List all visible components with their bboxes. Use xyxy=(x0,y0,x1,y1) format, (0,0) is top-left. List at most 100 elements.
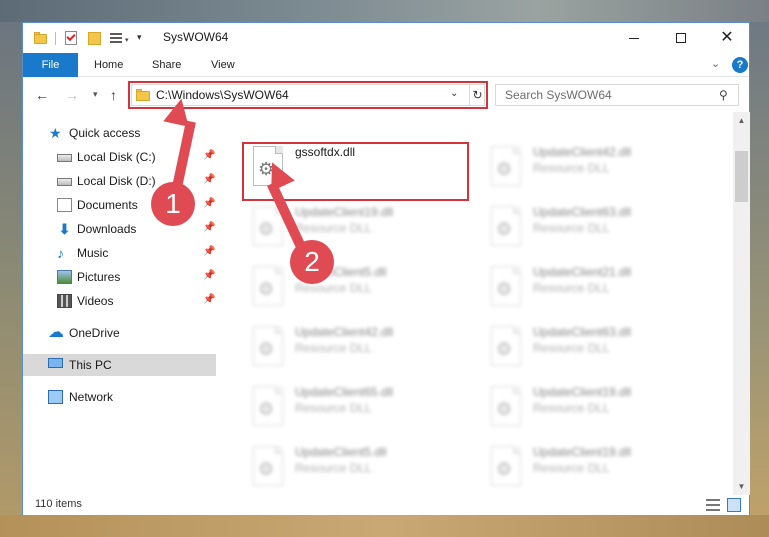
minimize-button[interactable] xyxy=(612,23,658,53)
pin-icon: 📌 xyxy=(203,222,216,233)
search-icon[interactable]: ⚲ xyxy=(719,88,728,102)
sidebar-item-label: This PC xyxy=(69,358,112,372)
pin-icon: 📌 xyxy=(203,246,216,257)
sidebar-item-label: Documents xyxy=(77,198,138,212)
customize-toolbar-icon[interactable]: ▾ xyxy=(137,32,142,43)
large-icons-view-icon[interactable] xyxy=(727,498,741,512)
sidebar-item-label: Local Disk (C:) xyxy=(77,150,156,164)
back-icon[interactable]: ← xyxy=(35,87,49,103)
desktop-wallpaper-right xyxy=(750,22,769,537)
sidebar-item-label: Music xyxy=(77,246,109,260)
sidebar-item-label: OneDrive xyxy=(69,326,120,340)
pictures-icon xyxy=(57,270,72,284)
sidebar-item-downloads[interactable]: ⬇ Downloads 📌 xyxy=(23,218,216,240)
title-bar: ▾ ▾ SysWOW64 ✕ xyxy=(23,23,749,53)
file-item[interactable]: ⚙ UpdateClient42.dll Resource DLL xyxy=(480,138,710,194)
maximize-button[interactable] xyxy=(658,23,704,53)
sidebar-item-label: Downloads xyxy=(77,222,137,236)
search-input[interactable] xyxy=(496,85,714,105)
file-name: UpdateClient65.dll xyxy=(295,385,394,399)
file-item[interactable]: ⚙ UpdateClient5.dll Resource DLL xyxy=(242,258,472,314)
file-item[interactable]: ⚙ UpdateClient65.dll Resource DLL xyxy=(242,378,472,434)
music-icon: ♪ xyxy=(57,245,64,261)
file-type: Resource DLL xyxy=(295,341,372,355)
onedrive-icon: ☁ xyxy=(48,324,64,341)
tab-view[interactable]: View xyxy=(211,53,235,77)
new-folder-icon[interactable] xyxy=(87,30,103,46)
help-icon[interactable]: ? xyxy=(732,57,748,73)
step-badge-2: 2 xyxy=(290,240,334,284)
file-item[interactable]: ⚙ UpdateClient63.dll Resource DLL xyxy=(480,318,710,374)
sidebar-item-label: Videos xyxy=(77,294,114,308)
file-item[interactable]: ⚙ UpdateClient63.dll Resource DLL xyxy=(480,198,710,254)
sidebar-item-network[interactable]: Network xyxy=(23,386,216,408)
scroll-up-icon[interactable]: ▲ xyxy=(733,112,750,129)
file-type: Resource DLL xyxy=(533,281,610,295)
step-badge-1: 1 xyxy=(151,182,195,226)
window-title: SysWOW64 xyxy=(163,30,229,44)
status-bar: 110 items xyxy=(23,495,749,515)
vertical-scrollbar[interactable]: ▲ ▼ xyxy=(733,112,750,495)
file-type: Resource DLL xyxy=(533,341,610,355)
tab-file[interactable]: File xyxy=(23,53,78,77)
details-view-icon[interactable] xyxy=(706,499,720,511)
videos-icon xyxy=(57,294,72,308)
dll-file-icon: ⚙ xyxy=(251,326,287,368)
sidebar-item-onedrive[interactable]: ☁ OneDrive xyxy=(23,322,216,344)
tab-share[interactable]: Share xyxy=(152,53,181,77)
dll-file-icon: ⚙ xyxy=(251,446,287,488)
expand-ribbon-icon[interactable]: ⌄ xyxy=(711,57,720,70)
up-icon[interactable]: ↑ xyxy=(110,87,117,103)
sidebar-item-label: Quick access xyxy=(69,126,141,140)
dll-file-icon: ⚙ xyxy=(251,386,287,428)
sidebar-item-videos[interactable]: Videos 📌 xyxy=(23,290,216,312)
sidebar-item-pictures[interactable]: Pictures 📌 xyxy=(23,266,216,288)
folder-icon xyxy=(33,30,49,46)
scroll-down-icon[interactable]: ▼ xyxy=(733,478,750,495)
dll-file-icon: ⚙ xyxy=(489,326,525,368)
drive-icon xyxy=(57,154,72,162)
sidebar-item-this-pc[interactable]: This PC xyxy=(23,354,216,376)
scroll-thumb[interactable] xyxy=(735,151,748,202)
file-name: UpdateClient21.dll xyxy=(533,265,632,279)
download-icon: ⬇ xyxy=(58,221,71,237)
properties-icon[interactable] xyxy=(63,30,79,46)
file-item[interactable]: ⚙ UpdateClient21.dll Resource DLL xyxy=(480,258,710,314)
recent-locations-icon[interactable]: ▾ xyxy=(93,89,98,100)
view-menu-icon[interactable]: ▾ xyxy=(109,30,131,46)
close-button[interactable]: ✕ xyxy=(704,23,750,53)
computer-icon xyxy=(48,358,63,368)
file-type: Resource DLL xyxy=(295,221,372,235)
pin-icon: 📌 xyxy=(203,294,216,305)
forward-icon[interactable]: → xyxy=(65,87,79,103)
dll-file-icon: ⚙ xyxy=(489,266,525,308)
file-name: UpdateClient5.dll xyxy=(295,445,387,459)
file-name: UpdateClient63.dll xyxy=(533,325,632,339)
item-count: 110 items xyxy=(35,498,82,510)
file-item[interactable]: ⚙ UpdateClient19.dll Resource DLL xyxy=(480,438,710,494)
file-item[interactable]: ⚙ UpdateClient42.dll Resource DLL xyxy=(242,318,472,374)
dll-file-icon: ⚙ xyxy=(489,446,525,488)
sidebar-item-label: Local Disk (D:) xyxy=(77,174,156,188)
ribbon-tabs: File Home Share View ⌄ ? xyxy=(23,53,749,77)
desktop-wallpaper-left xyxy=(0,22,22,537)
file-name: UpdateClient63.dll xyxy=(533,205,632,219)
dll-file-icon: ⚙ xyxy=(251,266,287,308)
file-type: Resource DLL xyxy=(295,461,372,475)
pin-icon: 📌 xyxy=(203,174,216,185)
file-type: Resource DLL xyxy=(295,401,372,415)
search-box[interactable]: ⚲ xyxy=(495,84,739,106)
sidebar-item-music[interactable]: ♪ Music 📌 xyxy=(23,242,216,264)
file-explorer-window: ▾ ▾ SysWOW64 ✕ File Home Share View ⌄ ? … xyxy=(22,22,750,515)
file-name: UpdateClient19.dll xyxy=(533,385,632,399)
network-icon xyxy=(48,390,63,404)
file-item[interactable]: ⚙ UpdateClient19.dll Resource DLL xyxy=(480,378,710,434)
file-type: Resource DLL xyxy=(533,161,610,175)
documents-icon xyxy=(57,198,72,212)
drive-icon xyxy=(57,178,72,186)
tab-home[interactable]: Home xyxy=(94,53,123,77)
file-type: Resource DLL xyxy=(533,401,610,415)
dll-file-icon: ⚙ xyxy=(489,206,525,248)
file-item[interactable]: ⚙ UpdateClient5.dll Resource DLL xyxy=(242,438,472,494)
pin-icon: 📌 xyxy=(203,150,216,161)
